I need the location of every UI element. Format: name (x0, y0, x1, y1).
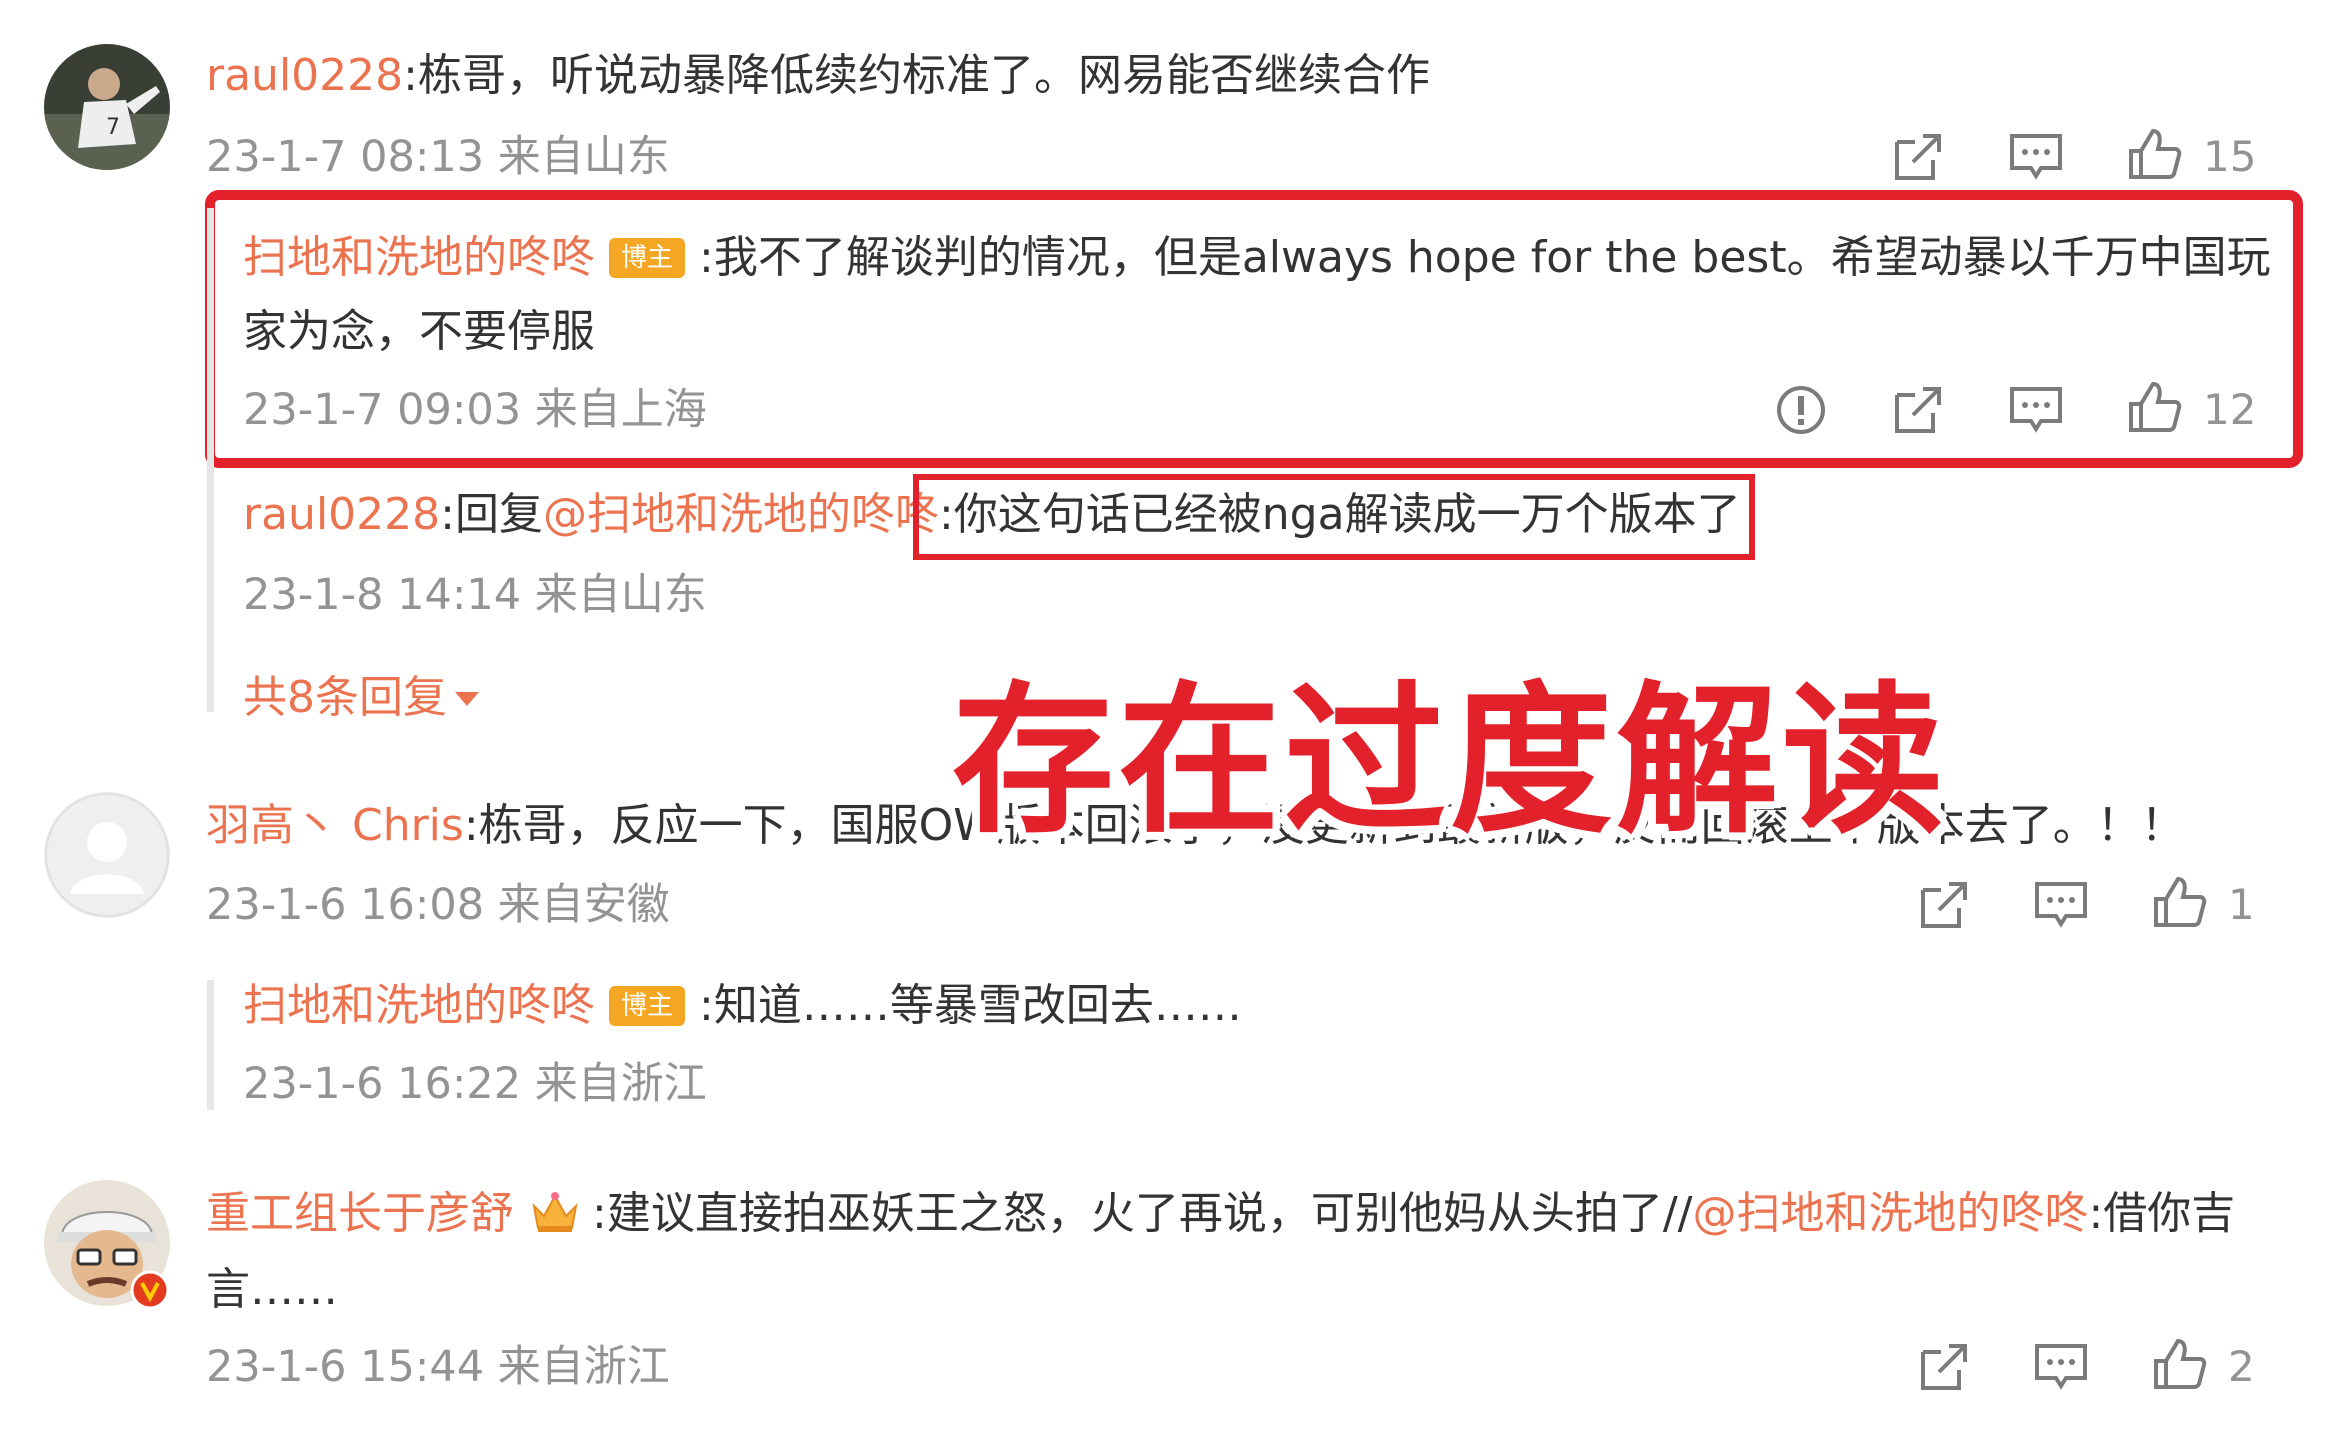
highlight-box (913, 474, 1755, 560)
comment-icon[interactable] (2032, 876, 2090, 934)
like-count: 12 (2203, 385, 2257, 434)
avatar[interactable]: 7 (44, 44, 170, 170)
comment-meta: 23-1-6 15:44 来自浙江 (206, 1342, 670, 1392)
reply-divider (207, 208, 214, 712)
svg-text:7: 7 (106, 115, 120, 140)
like-icon[interactable] (2125, 125, 2183, 183)
username[interactable]: 扫地和洗地的咚咚 (243, 232, 595, 283)
verified-v-icon (130, 1270, 170, 1310)
report-icon[interactable] (1772, 381, 1830, 439)
reply-divider (207, 980, 214, 1110)
comment-icon[interactable] (2032, 1338, 2090, 1396)
share-icon[interactable] (1915, 876, 1973, 934)
overlay-caption: 存在过度解读 (952, 668, 1948, 856)
reply-meta: 23-1-7 09:03 来自上海 (243, 385, 707, 435)
share-icon[interactable] (1889, 128, 1947, 186)
crown-icon (530, 1190, 580, 1234)
comment-text: :借你吉 (2088, 1188, 2236, 1239)
mention-link[interactable]: @扫地和洗地的咚咚 (1692, 1188, 2088, 1239)
like-count: 15 (2203, 132, 2257, 181)
username[interactable]: raul0228 (243, 489, 440, 540)
reply-text: :我不了解谈判的情况，但是always hope for the best。希望… (699, 232, 2271, 283)
avatar[interactable] (44, 792, 170, 918)
username[interactable]: raul0228 (206, 50, 403, 101)
comment-text: :栋哥，听说动暴降低续约标准了。网易能否继续合作 (403, 50, 1430, 101)
comment-text: :建议直接拍巫妖王之怒，火了再说，可别他妈从头拍了// (592, 1188, 1693, 1239)
username[interactable]: 羽高丶 Chris (206, 800, 464, 851)
comment-icon[interactable] (2007, 128, 2065, 186)
chevron-down-icon (455, 692, 479, 706)
comment-text-line2: 言…… (206, 1264, 338, 1315)
reply-text: :知道……等暴雪改回去…… (699, 980, 1242, 1031)
comment-meta: 23-1-7 08:13 来自山东 (206, 132, 670, 182)
reply-line: 扫地和洗地的咚咚 博主 :我不了解谈判的情况，但是always hope for t… (243, 229, 2271, 287)
reply-line: 扫地和洗地的咚咚 博主 :知道……等暴雪改回去…… (243, 977, 1242, 1035)
like-icon[interactable] (2150, 873, 2208, 931)
reply-prefix: :回复 (440, 489, 543, 540)
like-count: 2 (2228, 1342, 2255, 1391)
blogger-badge: 博主 (609, 238, 686, 278)
username[interactable]: 重工组长于彦舒 (206, 1188, 514, 1239)
comment-meta: 23-1-6 16:08 来自安徽 (206, 880, 670, 930)
comment-icon[interactable] (2007, 381, 2065, 439)
reply-text-line2: 家为念，不要停服 (243, 306, 595, 357)
share-icon[interactable] (1915, 1338, 1973, 1396)
like-icon[interactable] (2125, 378, 2183, 436)
comment-line: raul0228:栋哥，听说动暴降低续约标准了。网易能否继续合作 (206, 47, 1430, 105)
share-icon[interactable] (1889, 381, 1947, 439)
username[interactable]: 扫地和洗地的咚咚 (243, 980, 595, 1031)
blogger-badge: 博主 (609, 986, 686, 1026)
like-count: 1 (2228, 880, 2255, 929)
reply-meta: 23-1-6 16:22 来自浙江 (243, 1059, 707, 1109)
reply-meta: 23-1-8 14:14 来自山东 (243, 570, 707, 620)
like-icon[interactable] (2150, 1335, 2208, 1393)
more-replies-link[interactable]: 共8条回复 (243, 669, 479, 727)
mention-link[interactable]: @扫地和洗地的咚咚 (543, 489, 939, 540)
comment-line: 重工组长于彦舒 :建议直接拍巫妖王之怒，火了再说，可别他妈从头拍了//@扫地和洗地… (206, 1185, 2235, 1243)
